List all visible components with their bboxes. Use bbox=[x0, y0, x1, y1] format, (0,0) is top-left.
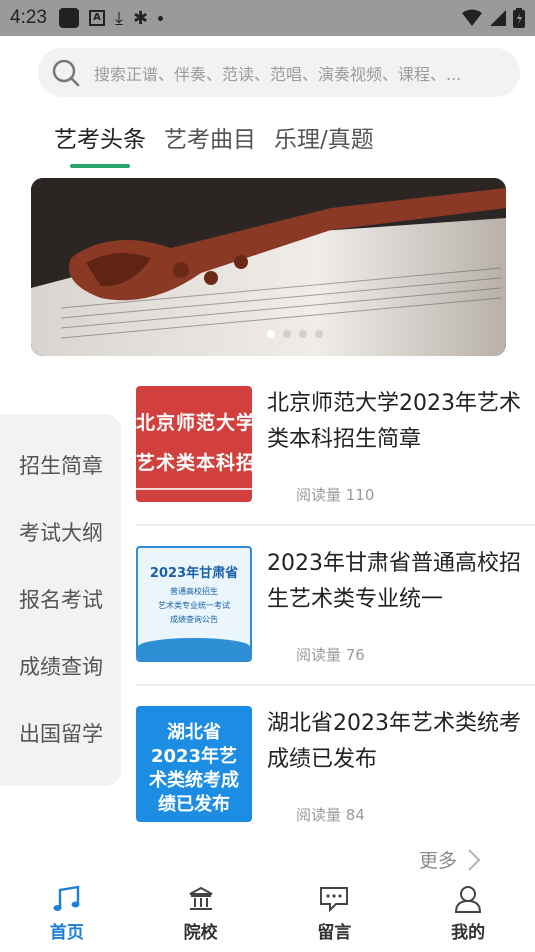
sidebar-item-study-abroad[interactable]: 出国留学 bbox=[19, 718, 103, 748]
sidebar-item-exam-syllabus[interactable]: 考试大纲 bbox=[19, 517, 103, 547]
more-link[interactable]: 更多 bbox=[419, 846, 481, 873]
thumbnail-text: 北京师范大学 bbox=[136, 412, 252, 434]
wifi-icon bbox=[462, 9, 482, 26]
nav-home[interactable]: 首页 bbox=[0, 876, 134, 952]
news-read-count: 阅读量 76 bbox=[296, 646, 365, 664]
news-item[interactable]: 湖北省 2023年艺 术类统考成 绩已发布 湖北省2023年艺术类统考成绩已发布… bbox=[136, 706, 535, 846]
thumbnail-text: 2023年艺 bbox=[150, 746, 238, 767]
more-notifications-dot-icon bbox=[158, 15, 164, 21]
news-read-count: 阅读量 110 bbox=[296, 486, 375, 504]
status-system-icons bbox=[461, 8, 525, 28]
thumbnail-text: 湖北省 bbox=[167, 722, 221, 743]
sidebar-item-score-query[interactable]: 成绩查询 bbox=[19, 651, 103, 681]
thumbnail-wave-decoration bbox=[138, 638, 250, 660]
news-thumbnail: 湖北省 2023年艺 术类统考成 绩已发布 bbox=[136, 706, 252, 822]
thumbnail-text: 术类统考成 bbox=[149, 770, 239, 791]
app-notification-icon bbox=[58, 8, 79, 28]
signal-icon bbox=[490, 10, 506, 26]
news-thumbnail: 北京师范大学 艺术类本科招 bbox=[136, 386, 252, 502]
search-bar[interactable]: 搜索正谱、伴奏、范读、范唱、演奏视频、课程、... bbox=[38, 48, 520, 97]
tab-music-theory[interactable]: 乐理/真题 bbox=[274, 120, 374, 168]
nav-mine[interactable]: 我的 bbox=[401, 876, 535, 952]
banner-dot[interactable] bbox=[283, 330, 291, 338]
thumbnail-text: 艺术类专业统一考试 bbox=[158, 601, 230, 610]
divider bbox=[136, 684, 535, 686]
music-note-icon bbox=[53, 885, 80, 911]
nav-messages[interactable]: 留言 bbox=[268, 876, 402, 952]
banner-carousel[interactable] bbox=[31, 178, 506, 356]
news-read-count: 阅读量 84 bbox=[296, 806, 365, 824]
news-item[interactable]: 2023年甘肃省 普通高校招生 艺术类专业统一考试 成绩查询公告 2023年甘肃… bbox=[136, 546, 535, 686]
sidebar-item-registration[interactable]: 报名考试 bbox=[19, 584, 103, 614]
status-notification-icons: A ⤓ ✱ bbox=[58, 7, 164, 29]
nav-label: 我的 bbox=[451, 923, 486, 943]
message-icon bbox=[320, 887, 349, 913]
sidebar-item-admission-brochure[interactable]: 招生简章 bbox=[19, 450, 103, 480]
divider bbox=[136, 524, 535, 526]
thumbnail-text: 2023年甘肃省 bbox=[149, 566, 239, 581]
keyboard-a-icon: A bbox=[88, 10, 105, 26]
thumbnail-text: 普通高校招生 bbox=[170, 587, 218, 596]
status-bar: 4:23 A ⤓ ✱ bbox=[0, 0, 535, 36]
tab-art-exam-headlines[interactable]: 艺考头条 bbox=[54, 120, 146, 168]
category-sidebar: 招生简章 考试大纲 报名考试 成绩查询 出国留学 bbox=[0, 414, 121, 786]
search-icon bbox=[52, 59, 80, 86]
thumbnail-text: 艺术类本科招 bbox=[136, 452, 252, 474]
more-label: 更多 bbox=[419, 850, 458, 872]
banner-dot[interactable] bbox=[299, 330, 307, 338]
tab-art-exam-pieces[interactable]: 艺考曲目 bbox=[164, 120, 256, 168]
user-icon bbox=[455, 886, 482, 913]
chevron-right-icon bbox=[468, 848, 481, 871]
banner-dot[interactable] bbox=[267, 330, 275, 338]
nav-label: 留言 bbox=[317, 923, 352, 943]
category-tabs: 艺考头条 艺考曲目 乐理/真题 bbox=[54, 120, 374, 168]
news-item[interactable]: 北京师范大学 艺术类本科招 北京师范大学2023年艺术类本科招生简章 阅读量 1… bbox=[136, 386, 535, 526]
institution-icon bbox=[189, 886, 213, 910]
nav-label: 院校 bbox=[183, 923, 218, 943]
thumbnail-text: 绩已发布 bbox=[158, 794, 230, 815]
nav-label: 首页 bbox=[49, 923, 84, 943]
nav-institutions[interactable]: 院校 bbox=[134, 876, 268, 952]
banner-dot[interactable] bbox=[315, 330, 323, 338]
banner-pagination bbox=[267, 330, 323, 338]
thumbnail-text: 成绩查询公告 bbox=[170, 615, 218, 624]
news-title: 北京师范大学2023年艺术类本科招生简章 bbox=[267, 391, 521, 452]
bottom-navigation: 首页 院校 留言 我的 bbox=[0, 876, 535, 952]
news-thumbnail: 2023年甘肃省 普通高校招生 艺术类专业统一考试 成绩查询公告 bbox=[136, 546, 252, 662]
download-icon: ⤓ bbox=[114, 7, 123, 29]
battery-icon bbox=[513, 8, 525, 28]
bug-icon: ✱ bbox=[132, 7, 149, 29]
status-time: 4:23 bbox=[10, 7, 47, 28]
news-title: 2023年甘肃省普通高校招生艺术类专业统一 bbox=[267, 551, 521, 612]
news-title: 湖北省2023年艺术类统考成绩已发布 bbox=[267, 711, 521, 772]
search-placeholder: 搜索正谱、伴奏、范读、范唱、演奏视频、课程、... bbox=[94, 64, 462, 84]
